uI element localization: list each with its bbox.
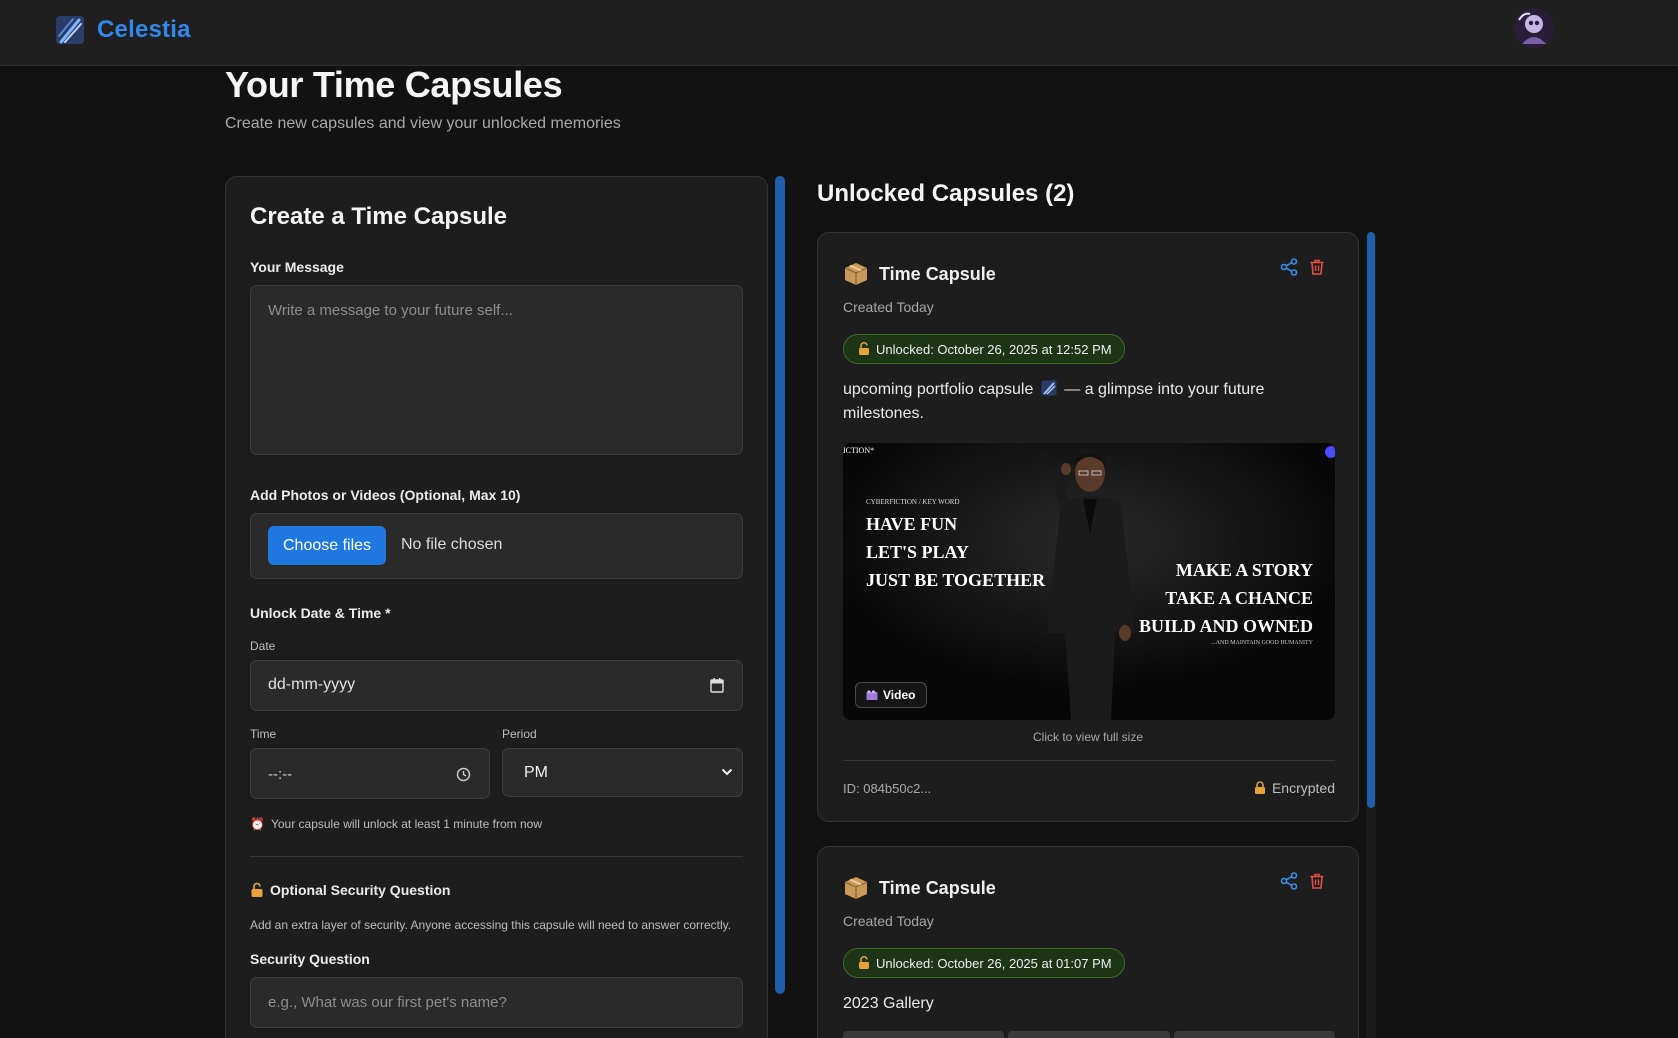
user-avatar[interactable]: [1514, 8, 1554, 48]
hint-text: Your capsule will unlock at least 1 minu…: [270, 817, 542, 831]
left-line-3: JUST BE TOGETHER: [866, 570, 1046, 590]
message-textarea[interactable]: Write a message to your future self...: [250, 285, 743, 455]
brand-link[interactable]: Celestia: [55, 14, 191, 46]
brand-name: Celestia: [97, 16, 191, 43]
trash-icon[interactable]: [1308, 258, 1326, 276]
video-chip: Video: [855, 682, 928, 708]
create-capsule-form: Create a Time Capsule Your Message Write…: [225, 176, 768, 1038]
period-select[interactable]: PM: [502, 748, 743, 797]
created-date: Created Today: [843, 299, 934, 315]
calendar-icon[interactable]: [710, 677, 724, 693]
question-placeholder: e.g., What was our first pet's name?: [268, 994, 507, 1011]
time-input[interactable]: --:--: [250, 748, 490, 799]
lock-icon: [1254, 781, 1265, 794]
left-line-2: LET'S PLAY: [866, 542, 969, 562]
capsule-card[interactable]: Time Capsule Created Today Unlocked: Oct…: [817, 232, 1359, 822]
unlock-hint: ⏰ Your capsule will unlock at least 1 mi…: [250, 817, 542, 831]
file-status: No file chosen: [401, 536, 503, 553]
thumbnail-small-heading: CYBERFICTION / KEY WORD: [866, 498, 960, 506]
capsule-header: Time Capsule: [843, 261, 996, 287]
left-line-1: HAVE FUN: [866, 514, 958, 534]
media-label: Add Photos or Videos (Optional, Max 10): [250, 487, 521, 503]
unlocked-badge: Unlocked: October 26, 2025 at 01:07 PM: [843, 948, 1125, 978]
share-icon[interactable]: [1280, 872, 1298, 890]
package-icon: [844, 877, 868, 899]
click-to-view-hint: Click to view full size: [1032, 730, 1144, 744]
file-input[interactable]: Choose files No file chosen: [250, 513, 743, 579]
unlock-icon: [859, 342, 869, 355]
capsule-header: Time Capsule: [843, 875, 996, 901]
unlocked-badge: Unlocked: October 26, 2025 at 12:52 PM: [843, 334, 1125, 364]
chevron-down-icon: [721, 768, 733, 776]
gallery-thumb[interactable]: [843, 1031, 1005, 1038]
video-chip-label: Video: [883, 688, 916, 702]
time-label: Time: [250, 727, 277, 741]
right-line-1: MAKE A STORY: [1175, 560, 1313, 580]
page-title: Your Time Capsules: [225, 64, 563, 105]
time-value: --:--: [268, 766, 293, 783]
encrypted-status: Encrypted: [1254, 780, 1335, 796]
lock-icon: [251, 882, 263, 897]
date-input[interactable]: dd-mm-yyyy: [250, 660, 743, 711]
message-text-start: upcoming portfolio capsule: [843, 381, 1034, 398]
capsule-id: ID: 084b50c2...: [843, 781, 932, 796]
thumbnail-left-text: HAVE FUN LET'S PLAY JUST BE TOGETHER: [866, 510, 1045, 594]
video-preview[interactable]: ICTION* CYBERFICTION / KEY WORD HAVE FUN…: [843, 443, 1335, 720]
clock-icon[interactable]: [456, 767, 471, 782]
unlock-label: Unlock Date & Time *: [250, 605, 391, 621]
capsule-divider: [843, 760, 1335, 761]
alarm-clock-icon: ⏰: [250, 817, 265, 831]
top-navbar: Celestia: [0, 0, 1678, 66]
right-line-2: TAKE A CHANCE: [1165, 588, 1313, 608]
capsule-card[interactable]: Time Capsule Created Today Unlocked: Oct…: [817, 846, 1359, 1038]
capsule-title: Time Capsule: [879, 263, 996, 284]
thumbnail-corner-text: ICTION*: [843, 446, 875, 455]
period-label: Period: [502, 727, 537, 741]
page-subtitle: Create new capsules and view your unlock…: [225, 115, 621, 132]
encrypted-text: Encrypted: [1271, 780, 1335, 796]
thumbnail-right-text: MAKE A STORY TAKE A CHANCE BUILD AND OWN…: [1139, 556, 1313, 640]
capsule-actions: [1280, 872, 1326, 890]
film-icon: [866, 689, 878, 700]
form-title: Create a Time Capsule: [250, 203, 508, 230]
unlocked-section-title: Unlocked Capsules (2): [817, 180, 1075, 207]
form-scrollbar[interactable]: [775, 176, 785, 994]
avatar-image: [1514, 8, 1554, 48]
gallery-thumb[interactable]: [1173, 1031, 1335, 1038]
capsule-message: upcoming portfolio capsule — a glimpse i…: [843, 378, 1283, 426]
package-icon: [844, 263, 868, 285]
security-question-input[interactable]: e.g., What was our first pet's name?: [250, 977, 743, 1028]
message-label: Your Message: [250, 259, 344, 275]
meteor-emoji-icon: [1041, 380, 1057, 396]
meteor-logo-icon: [56, 16, 84, 44]
choose-files-button[interactable]: Choose files: [268, 526, 387, 565]
unlock-icon: [859, 956, 869, 969]
security-label-text: Optional Security Question: [270, 882, 451, 898]
section-divider: [250, 856, 743, 857]
capsule-title: Time Capsule: [879, 877, 996, 898]
security-section-label: Optional Security Question: [250, 882, 450, 898]
share-icon[interactable]: [1280, 258, 1298, 276]
date-label: Date: [250, 639, 276, 653]
gallery-thumb[interactable]: [1008, 1031, 1170, 1038]
message-placeholder: Write a message to your future self...: [268, 302, 513, 319]
trash-icon[interactable]: [1308, 872, 1326, 890]
date-value: dd-mm-yyyy: [268, 676, 356, 693]
capsule-actions: [1280, 258, 1326, 276]
unlocked-text: Unlocked: October 26, 2025 at 01:07 PM: [876, 955, 1112, 971]
thumbnail-right-small: ...AND MAINTAIN GOOD HUMANITY: [1211, 640, 1313, 646]
list-scrollbar-thumb[interactable]: [1367, 232, 1375, 808]
security-description: Add an extra layer of security. Anyone a…: [250, 918, 732, 932]
period-value: PM: [524, 764, 548, 781]
question-label: Security Question: [250, 951, 370, 967]
unlocked-text: Unlocked: October 26, 2025 at 12:52 PM: [876, 341, 1112, 357]
gallery-preview-strip[interactable]: [843, 1031, 1335, 1038]
right-line-3: BUILD AND OWNED: [1138, 616, 1313, 636]
created-date: Created Today: [843, 913, 934, 929]
capsule-message: 2023 Gallery: [843, 995, 934, 1012]
